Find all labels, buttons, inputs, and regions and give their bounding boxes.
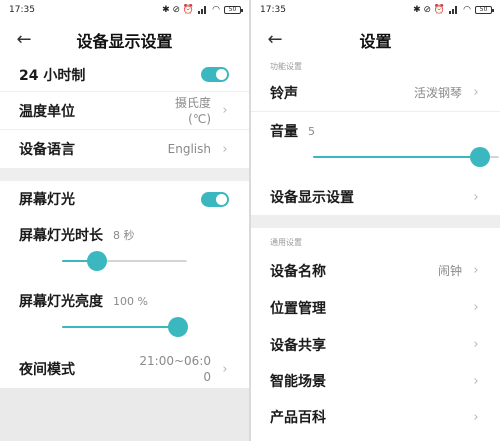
backlight-row: 屏幕灯光 [0,181,249,217]
status-icons: ✱ ⊘ ⏰ ◠ 50 [162,5,243,15]
night-mode-value-line1: 21:00~06:0 [139,354,211,368]
night-mode-value: 21:00~06:0 0 [139,353,211,385]
location-management-label: 位置管理 [270,300,326,317]
title-bar: ← 设置 [251,26,500,54]
device-name-row[interactable]: 设备名称 闹钟 › [251,252,500,289]
section-label-function: 功能设置 [270,62,302,71]
status-time: 17:35 [9,5,35,15]
device-language-label: 设备语言 [19,142,75,158]
section-divider [0,168,249,181]
chevron-right-icon: › [473,263,479,278]
ringtone-label: 铃声 [270,85,298,102]
page-title: 设备显示设置 [76,32,173,51]
backlight-duration-row: 屏幕灯光时长 8 秒 [0,220,249,250]
title-bar: ← 设备显示设置 [0,26,249,54]
page-title: 设置 [359,32,392,51]
backlight-duration-value: 8 秒 [113,229,135,242]
section-divider [251,215,500,228]
ringtone-value: 活泼钢琴 [413,85,462,100]
ringtone-row[interactable]: 铃声 活泼钢琴 › [251,74,500,112]
night-mode-row[interactable]: 夜间模式 21:00~06:0 0 › [0,350,249,388]
chevron-right-icon: › [473,409,479,425]
bottom-blank-area [0,388,249,441]
slider-fill [62,326,178,328]
wifi-icon: ◠ [463,5,471,15]
night-mode-label: 夜间模式 [19,362,75,378]
section-label-general: 通用设置 [270,238,302,247]
temperature-unit-label: 温度单位 [19,103,75,120]
display-settings-screen: 17:35 ✱ ⊘ ⏰ ◠ 50 ← 设备显示设置 24 小时制 温度单位 摄氏… [0,0,249,441]
backlight-brightness-row: 屏幕灯光亮度 100 % [0,287,249,315]
temperature-unit-value-line1: 摄氏度 [174,95,211,110]
chevron-right-icon: › [222,361,228,377]
device-sharing-row[interactable]: 设备共享 › [251,326,500,363]
volume-label: 音量 [270,124,298,140]
device-name-value: 闹钟 [437,263,462,278]
volume-slider[interactable] [313,147,499,167]
product-encyclopedia-label: 产品百科 [270,410,326,426]
chevron-right-icon: › [473,85,479,100]
smart-scene-label: 智能场景 [270,374,326,390]
device-language-value: English [167,142,211,156]
volume-row: 音量 5 [251,118,500,144]
backlight-brightness-slider[interactable] [62,317,188,337]
device-name-label: 设备名称 [270,263,326,280]
chevron-right-icon: › [222,103,228,118]
slider-fill [313,156,481,158]
signal-icon [198,6,208,14]
backlight-label: 屏幕灯光 [19,192,75,208]
backlight-brightness-value: 100 % [113,294,148,308]
temperature-unit-value: 摄氏度 (℃) [175,95,211,127]
back-arrow-icon[interactable]: ← [14,28,34,52]
product-encyclopedia-row[interactable]: 产品百科 › [251,399,500,435]
back-arrow-icon[interactable]: ← [265,28,285,52]
wifi-icon: ◠ [212,5,220,15]
chevron-right-icon: › [222,141,228,157]
device-language-row[interactable]: 设备语言 English › [0,130,249,168]
status-bar: 17:35 ✱ ⊘ ⏰ ◠ 50 [0,0,249,20]
chevron-right-icon: › [473,337,479,352]
status-symbols: ✱ ⊘ ⏰ [162,5,195,15]
chevron-right-icon: › [473,373,479,389]
volume-value: 5 [308,124,315,138]
chevron-right-icon: › [473,189,479,205]
status-bar: 17:35 ✱ ⊘ ⏰ ◠ 50 [251,0,500,20]
slider-thumb[interactable] [470,147,491,167]
chevron-right-icon: › [473,300,479,315]
location-management-row[interactable]: 位置管理 › [251,289,500,326]
backlight-toggle[interactable] [201,191,229,207]
signal-icon [449,6,459,14]
status-symbols: ✱ ⊘ ⏰ [413,5,446,15]
backlight-brightness-label: 屏幕灯光亮度 [19,294,103,310]
status-time: 17:35 [260,5,286,15]
clock-format-label: 24 小时制 [19,67,86,84]
device-sharing-label: 设备共享 [270,337,326,354]
slider-thumb[interactable] [87,251,107,271]
smart-scene-row[interactable]: 智能场景 › [251,363,500,399]
clock-format-row: 24 小时制 [0,58,249,92]
display-settings-label: 设备显示设置 [270,190,354,206]
temperature-unit-value-line2: (℃) [188,111,211,126]
clock-format-toggle[interactable] [201,67,229,82]
backlight-duration-slider[interactable] [62,251,187,271]
night-mode-value-line2: 0 [203,370,211,384]
display-settings-row[interactable]: 设备显示设置 › [251,179,500,215]
battery-icon: 50 [224,6,243,14]
temperature-unit-row[interactable]: 温度单位 摄氏度 (℃) › [0,92,249,130]
battery-icon: 50 [475,6,494,14]
slider-thumb[interactable] [168,317,188,337]
status-icons: ✱ ⊘ ⏰ ◠ 50 [413,5,494,15]
backlight-duration-label: 屏幕灯光时长 [19,228,103,244]
settings-screen: 17:35 ✱ ⊘ ⏰ ◠ 50 ← 设置 功能设置 铃声 活泼钢琴 › 音量 … [251,0,500,441]
